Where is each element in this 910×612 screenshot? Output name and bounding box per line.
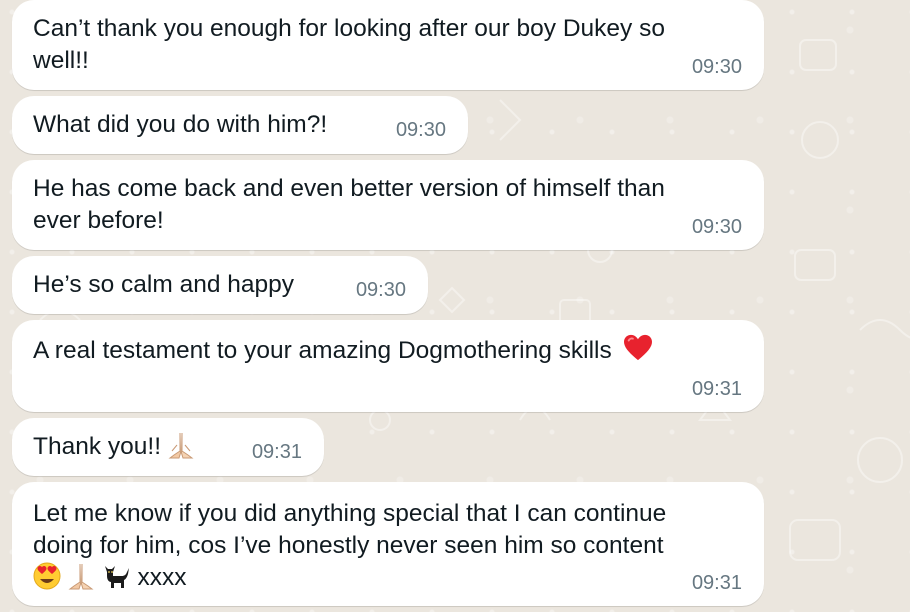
message-text-row: xxxx <box>33 562 742 594</box>
message-text: xxxx <box>137 564 187 591</box>
message-bubble[interactable]: Can’t thank you enough for looking after… <box>12 0 764 90</box>
folded-hands-icon <box>168 432 194 459</box>
message-text: Can’t thank you enough for looking after… <box>33 15 665 42</box>
message-text: Let me know if you did anything special … <box>33 500 667 527</box>
message-bubble[interactable]: Thank you!! 09:31 <box>12 418 324 476</box>
message-timestamp: 09:30 <box>355 279 406 301</box>
message-text: doing for him, cos I’ve honestly never s… <box>33 532 664 559</box>
folded-hands-icon <box>68 563 94 590</box>
message-text: ever before! <box>33 207 164 234</box>
message-bubble[interactable]: A real testament to your amazing Dogmoth… <box>12 320 764 412</box>
message-timestamp: 09:31 <box>251 441 302 463</box>
message-text: What did you do with him?! <box>33 111 328 138</box>
message-text: He has come back and even better version… <box>33 175 665 202</box>
message-text: A real testament to your amazing Dogmoth… <box>33 337 612 364</box>
message-timestamp: 09:30 <box>691 56 742 78</box>
message-bubble[interactable]: He has come back and even better version… <box>12 160 764 250</box>
heart-eyes-face-icon <box>33 562 61 590</box>
message-timestamp: 09:31 <box>691 572 742 594</box>
message-timestamp: 09:30 <box>395 119 446 141</box>
message-timestamp: 09:31 <box>691 378 742 400</box>
red-heart-icon <box>623 334 652 361</box>
black-cat-icon <box>104 566 129 588</box>
message-bubble[interactable]: Let me know if you did anything special … <box>12 482 764 606</box>
message-text: He’s so calm and happy <box>33 271 295 298</box>
message-text-row: A real testament to your amazing Dogmoth… <box>33 334 742 367</box>
message-timestamp: 09:30 <box>691 216 742 238</box>
message-bubble[interactable]: What did you do with him?! 09:30 <box>12 96 468 154</box>
message-text: Thank you!! <box>33 433 162 460</box>
message-text: well!! <box>33 47 89 74</box>
message-bubble[interactable]: He’s so calm and happy 09:30 <box>12 256 428 314</box>
